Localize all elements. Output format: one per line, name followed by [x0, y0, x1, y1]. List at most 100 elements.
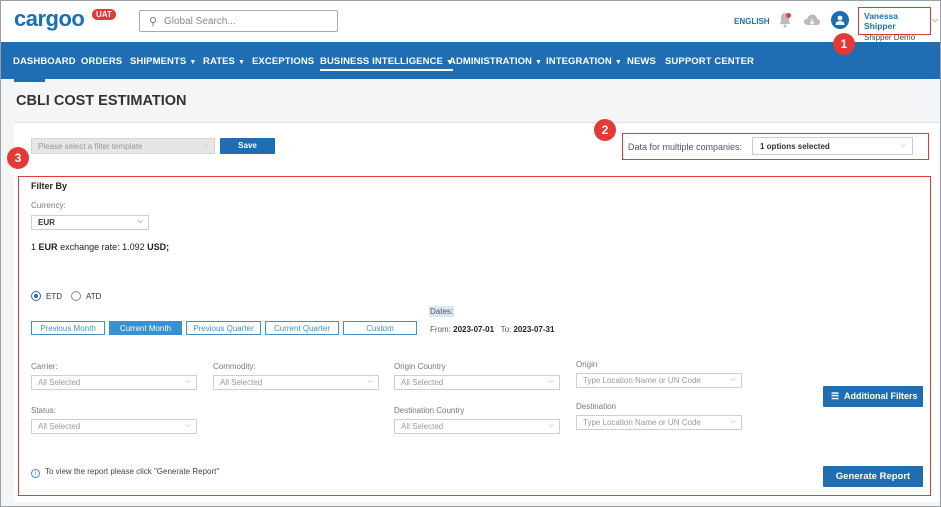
chevron-down-icon: ⌵	[202, 142, 208, 149]
chevron-down-icon: ⌵	[367, 378, 373, 385]
chevron-down-icon: ⌵	[137, 218, 143, 225]
info-icon: i	[31, 469, 40, 478]
origin-country-select[interactable]: All Selected ⌵	[394, 375, 560, 390]
chevron-down-icon: ⌵	[548, 378, 554, 385]
user-menu[interactable]: Vanessa Shipper Shipper Demo	[858, 7, 931, 42]
origin-country-value: All Selected	[401, 378, 444, 387]
user-avatar[interactable]	[831, 11, 849, 29]
nav-item-administration[interactable]: ADMINISTRATION ▼	[449, 56, 542, 67]
global-search-input[interactable]: ⚲ Global Search...	[139, 10, 338, 32]
multi-company-select[interactable]: 1 options selected ⌵	[752, 137, 913, 155]
nav-item-news[interactable]: NEWS	[627, 56, 656, 67]
chevron-down-icon: ⌵	[730, 376, 736, 383]
nav-item-integration[interactable]: INTEGRATION ▼	[546, 56, 622, 67]
rate-target: USD;	[147, 242, 170, 252]
generate-report-button[interactable]: Generate Report	[823, 466, 923, 487]
multi-company-label: Data for multiple companies:	[628, 142, 743, 152]
commodity-select[interactable]: All Selected ⌵	[213, 375, 379, 390]
chevron-down-icon: ⌵	[548, 422, 554, 429]
chevron-down-icon[interactable]: ⌵	[932, 15, 938, 25]
caret-down-icon: ▼	[189, 59, 197, 66]
cargoo-logo[interactable]: cargoo	[14, 6, 85, 32]
user-company: Shipper Demo	[864, 33, 916, 42]
rate-text: exchange rate: 1.092	[60, 242, 145, 252]
destination-country-select[interactable]: All Selected ⌵	[394, 419, 560, 434]
etd-radio[interactable]	[31, 291, 41, 301]
nav-item-label: DASHBOARD	[13, 56, 76, 67]
annotation-badge-1: 1	[833, 33, 855, 55]
nav-indicator	[14, 79, 45, 82]
caret-down-icon: ▼	[614, 59, 622, 66]
info-message: i To view the report please click "Genera…	[31, 467, 219, 478]
info-text: To view the report please click "Generat…	[45, 467, 220, 476]
nav-item-shipments[interactable]: SHIPMENTS ▼	[130, 56, 196, 67]
period-current-month[interactable]: Current Month	[109, 321, 182, 335]
origin-country-label: Origin Country	[394, 362, 446, 371]
nav-item-dashboard[interactable]: DASHBOARD	[13, 56, 76, 67]
period-previous-quarter[interactable]: Previous Quarter	[186, 321, 261, 335]
nav-item-rates[interactable]: RATES ▼	[203, 56, 245, 67]
rate-currency: EUR	[38, 242, 58, 252]
exchange-rate-text: 1 EUR exchange rate: 1.092 USD;	[31, 242, 169, 252]
nav-item-business-intelligence[interactable]: BUSINESS INTELLIGENCE ▼	[320, 56, 454, 71]
chevron-down-icon: ⌵	[185, 422, 191, 429]
date-range: From: 2023-07-01 To: 2023-07-31	[430, 325, 554, 334]
env-badge: UAT	[92, 9, 116, 20]
search-icon: ⚲	[149, 16, 158, 28]
from-label: From:	[430, 325, 451, 334]
filter-template-select[interactable]: Please select a filter template ⌵	[31, 138, 215, 154]
currency-label: Currency:	[31, 201, 66, 210]
currency-select[interactable]: EUR ⌵	[31, 215, 149, 230]
origin-label: Origin	[576, 360, 598, 369]
multi-company-value: 1 options selected	[760, 142, 830, 151]
carrier-value: All Selected	[38, 378, 81, 387]
commodity-value: All Selected	[220, 378, 263, 387]
destination-country-value: All Selected	[401, 422, 444, 431]
etd-label: ETD	[46, 292, 62, 301]
destination-label: Destination	[576, 402, 617, 411]
nav-item-label: INTEGRATION	[546, 56, 612, 67]
currency-value: EUR	[38, 218, 55, 227]
user-name: Vanessa Shipper	[864, 11, 899, 31]
annotation-badge-3: 3	[7, 147, 29, 169]
status-select[interactable]: All Selected ⌵	[31, 419, 197, 434]
destination-input[interactable]: Type Location Name or UN Code ⌵	[576, 415, 742, 430]
additional-filters-button[interactable]: ☰ Additional Filters	[823, 386, 923, 407]
origin-placeholder: Type Location Name or UN Code	[583, 376, 701, 385]
additional-filters-label: Additional Filters	[844, 391, 918, 401]
nav-item-label: BUSINESS INTELLIGENCE	[320, 56, 443, 67]
nav-item-exceptions[interactable]: EXCEPTIONS	[252, 56, 314, 67]
carrier-select[interactable]: All Selected ⌵	[31, 375, 197, 390]
notification-dot	[786, 13, 791, 18]
period-previous-month[interactable]: Previous Month	[31, 321, 105, 335]
atd-radio[interactable]	[71, 291, 81, 301]
filter-template-placeholder: Please select a filter template	[38, 142, 143, 151]
nav-item-label: RATES	[203, 56, 235, 67]
nav-item-label: SUPPORT CENTER	[665, 56, 755, 67]
save-button[interactable]: Save	[220, 138, 275, 154]
chevron-down-icon: ⌵	[900, 142, 906, 149]
nav-item-orders[interactable]: ORDERS	[81, 56, 122, 67]
filter-by-heading: Filter By	[31, 181, 68, 191]
chevron-down-icon: ⌵	[185, 378, 191, 385]
person-icon	[835, 15, 845, 25]
period-current-quarter[interactable]: Current Quarter	[265, 321, 339, 335]
to-date: 2023-07-31	[513, 325, 555, 334]
annotation-badge-2: 2	[594, 119, 616, 141]
status-label: Status:	[31, 406, 56, 415]
origin-input[interactable]: Type Location Name or UN Code ⌵	[576, 373, 742, 388]
nav-item-label: ADMINISTRATION	[449, 56, 533, 67]
main-nav: DASHBOARD ORDERS SHIPMENTS ▼ RATES ▼ EXCEPTION…	[1, 42, 940, 79]
nav-item-support-center[interactable]: SUPPORT CENTER	[665, 56, 754, 67]
search-placeholder: Global Search...	[164, 16, 236, 27]
nav-item-label: EXCEPTIONS	[252, 56, 315, 67]
cloud-icon[interactable]	[803, 13, 821, 27]
language-selector[interactable]: ENGLISH	[734, 17, 770, 26]
nav-item-label: ORDERS	[81, 56, 123, 67]
dates-label: Dates:	[429, 306, 455, 317]
nav-item-label: SHIPMENTS	[130, 56, 187, 67]
period-custom[interactable]: Custom	[343, 321, 417, 335]
carrier-label: Carrier:	[31, 362, 58, 371]
annotation-box-3	[18, 176, 931, 496]
destination-country-label: Destination Country	[394, 406, 465, 415]
